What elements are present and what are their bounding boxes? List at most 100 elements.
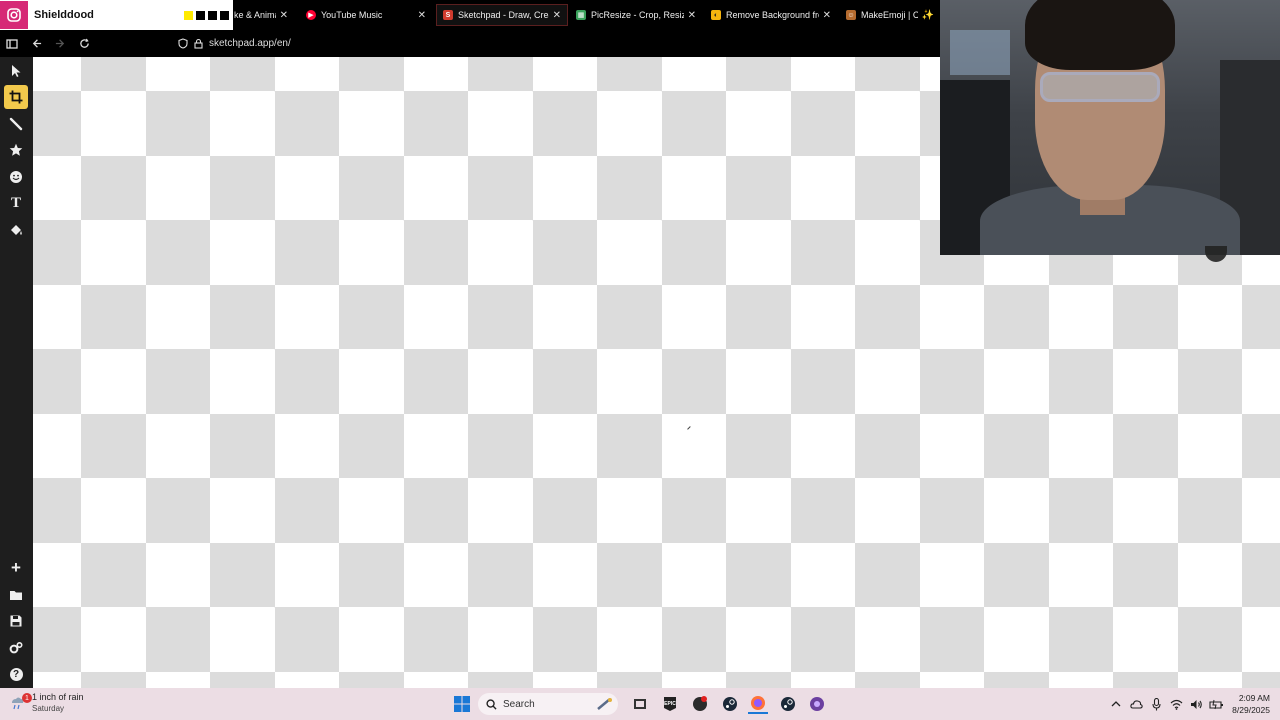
paint-bucket-icon <box>11 225 22 235</box>
system-tray: 2:09 AM 8/29/2025 <box>1106 688 1280 720</box>
search-highlight-icon <box>597 698 612 710</box>
system-clock[interactable]: 2:09 AM 8/29/2025 <box>1232 692 1270 716</box>
tab-title: Remove Background from <box>726 10 819 20</box>
close-icon[interactable]: ✕ <box>280 10 288 21</box>
search-label: Search <box>503 698 535 710</box>
cloud-icon[interactable] <box>1126 694 1146 714</box>
reload-button[interactable] <box>72 32 96 56</box>
stamp-tool[interactable] <box>4 138 28 162</box>
rain-icon: 1 <box>8 693 32 712</box>
weather-widget[interactable]: 1 1 inch of rain Saturday <box>8 692 84 714</box>
microphone-icon[interactable] <box>1146 694 1166 714</box>
picresize-icon: ▦ <box>576 10 586 20</box>
clock-time: 2:09 AM <box>1238 693 1270 703</box>
browser-nav-bar: sketchpad.app/en/ <box>0 30 940 57</box>
app-button-2[interactable] <box>807 694 827 714</box>
firefox-icon <box>751 696 765 710</box>
tab-title: Sketchpad - Draw, Create, S <box>458 10 549 20</box>
windows-icon <box>454 696 470 712</box>
tab-makeemoji[interactable]: ☺ MakeEmoji | Create ✨ <box>840 4 940 26</box>
tab-youtube-music[interactable]: ▶ YouTube Music ✕ <box>300 4 432 26</box>
settings-tool[interactable] <box>4 636 28 660</box>
remove-bg-icon: ◐ <box>711 10 721 20</box>
save-tool[interactable] <box>4 609 28 633</box>
task-view-button[interactable] <box>630 694 650 714</box>
close-icon[interactable]: ✕ <box>688 10 696 21</box>
tab-animate[interactable]: ke & Animat ✕ <box>228 4 294 26</box>
sidebar-toggle-icon[interactable] <box>0 32 24 56</box>
lock-icon <box>194 38 203 49</box>
text-tool[interactable]: T <box>4 191 28 215</box>
stream-overlay: Shielddood <box>0 0 233 32</box>
makeemoji-icon: ☺ <box>846 10 856 20</box>
select-tool[interactable] <box>4 59 28 83</box>
open-tool[interactable] <box>4 583 28 607</box>
new-tool[interactable]: + <box>4 556 28 580</box>
crop-tool[interactable] <box>4 85 28 109</box>
swatch-black <box>208 10 217 20</box>
sticker-tool[interactable] <box>4 165 28 189</box>
tab-sketchpad[interactable]: S Sketchpad - Draw, Create, S ✕ <box>436 4 568 26</box>
steam-icon <box>781 697 795 711</box>
arrow-left-icon <box>32 39 41 48</box>
sketchpad-icon: S <box>443 10 453 20</box>
cursor-icon <box>687 426 693 432</box>
forward-button[interactable] <box>48 32 72 56</box>
crop-icon <box>9 90 23 104</box>
tab-title: ke & Animat <box>234 10 276 20</box>
epic-games-icon: EPIC <box>664 697 676 711</box>
firefox-button[interactable] <box>748 694 768 714</box>
help-tool[interactable]: ? <box>4 662 28 686</box>
weather-text: 1 inch of rain <box>32 692 84 702</box>
clock-date: 8/29/2025 <box>1232 705 1270 715</box>
webcam-person-glasses <box>1040 72 1160 102</box>
color-swatches <box>184 10 229 20</box>
epic-games-button[interactable]: EPIC <box>660 694 680 714</box>
steam-button[interactable] <box>720 694 740 714</box>
webcam-person-hair <box>1025 0 1175 70</box>
close-icon[interactable]: ✕ <box>553 10 561 21</box>
search-icon <box>486 698 497 710</box>
swatch-black <box>220 10 229 20</box>
settings-icon <box>9 641 23 654</box>
tab-title: PicResize - Crop, Resize, Ed <box>591 10 684 20</box>
tab-title: YouTube Music <box>321 10 383 20</box>
brush-tool[interactable] <box>4 112 28 136</box>
address-bar[interactable]: sketchpad.app/en/ <box>178 38 291 49</box>
chevron-up-icon[interactable] <box>1106 694 1126 714</box>
tool-sidebar: T + ? <box>0 57 33 688</box>
swatch-yellow <box>184 10 193 20</box>
wifi-icon[interactable] <box>1166 694 1186 714</box>
youtube-music-icon: ▶ <box>306 10 316 20</box>
folder-icon <box>10 591 22 600</box>
tab-picresize[interactable]: ▦ PicResize - Crop, Resize, Ed ✕ <box>570 4 702 26</box>
battery-icon[interactable] <box>1206 694 1226 714</box>
save-icon <box>10 615 22 627</box>
swatch-black <box>196 10 205 20</box>
app-button[interactable] <box>690 694 710 714</box>
arrow-right-icon <box>55 39 64 48</box>
taskbar-search[interactable]: Search <box>478 693 618 715</box>
start-button[interactable] <box>452 694 472 714</box>
speaker-icon[interactable] <box>1186 694 1206 714</box>
help-icon: ? <box>9 667 23 681</box>
instagram-icon <box>0 1 28 29</box>
screen: ke & Animat ✕ ▶ YouTube Music ✕ S Sketch… <box>0 0 1280 720</box>
close-icon[interactable]: ✕ <box>823 10 831 21</box>
close-icon[interactable]: ✕ <box>418 10 426 21</box>
steam-button-2[interactable] <box>778 694 798 714</box>
reload-icon <box>79 38 89 48</box>
tab-remove-background[interactable]: ◐ Remove Background from ✕ <box>705 4 837 26</box>
emoji-icon <box>10 171 22 183</box>
brush-icon <box>9 117 23 131</box>
svg-text:EPIC: EPIC <box>664 701 676 707</box>
steam-icon <box>723 697 737 711</box>
webcam-feed <box>940 0 1280 255</box>
sparkle-icon[interactable]: ✨ <box>922 10 934 21</box>
weather-day: Saturday <box>32 704 65 713</box>
fill-tool[interactable] <box>4 218 28 242</box>
windows-taskbar: 1 1 inch of rain Saturday Search EPIC 2:… <box>0 688 1280 720</box>
back-button[interactable] <box>24 32 48 56</box>
cursor-icon <box>12 65 21 77</box>
notification-badge: 1 <box>22 693 32 703</box>
